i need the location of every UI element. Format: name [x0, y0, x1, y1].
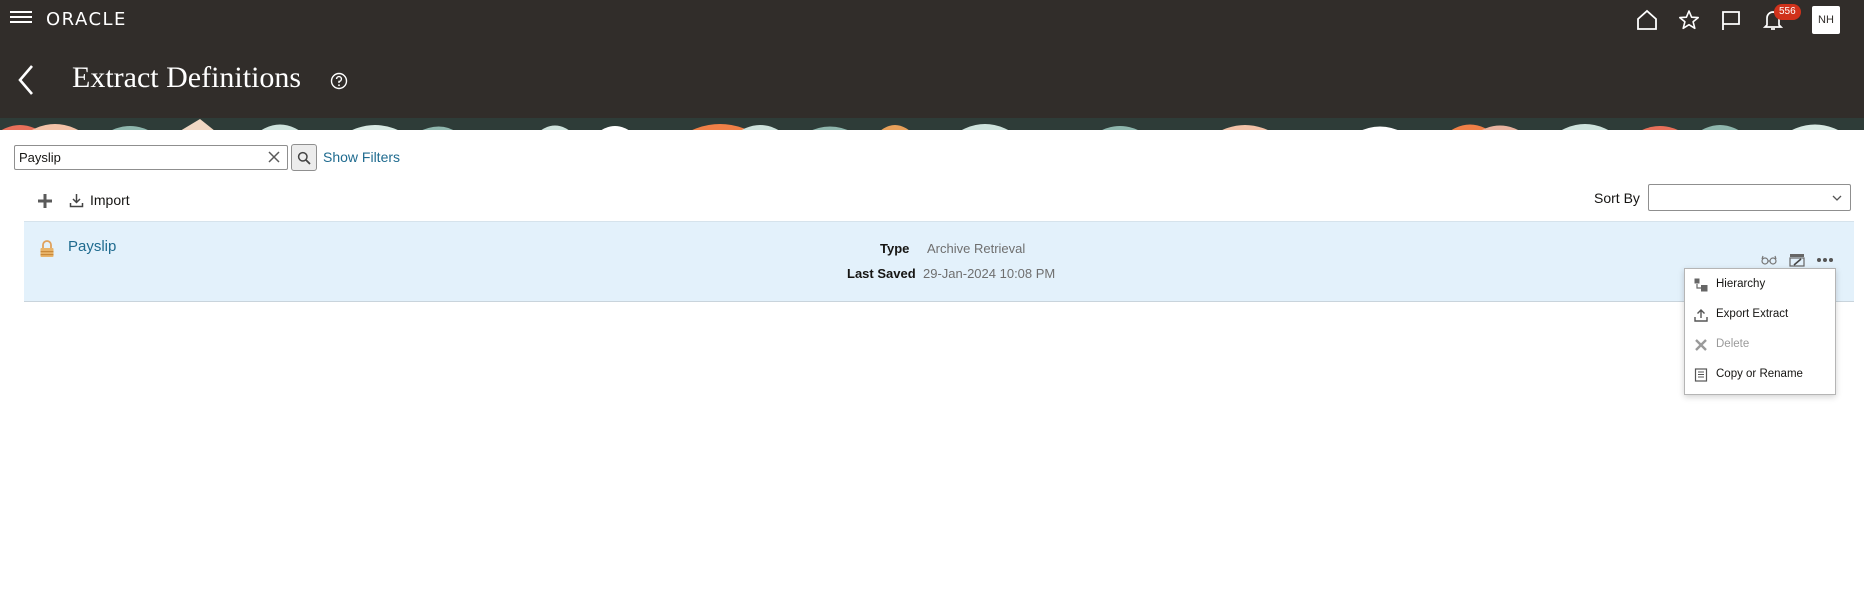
sort-by-select[interactable] [1648, 184, 1851, 211]
lock-icon [39, 240, 55, 258]
extract-name-link[interactable]: Payslip [68, 238, 116, 255]
copy-icon [1694, 368, 1708, 382]
menu-item-label: Copy or Rename [1716, 368, 1803, 380]
notifications-bell-icon[interactable]: 556 [1760, 4, 1801, 33]
navigator-menu-icon[interactable] [10, 8, 32, 30]
table-row[interactable]: Payslip Type Archive Retrieval Last Save… [24, 221, 1854, 302]
import-label: Import [90, 192, 130, 208]
home-icon[interactable] [1634, 7, 1660, 33]
notification-count-badge: 556 [1774, 4, 1801, 20]
last-saved-label: Last Saved [847, 266, 916, 281]
oracle-logo[interactable]: ORACLE [46, 9, 127, 30]
search-input[interactable] [19, 148, 259, 167]
search-box [14, 145, 288, 170]
row-actions [1750, 253, 1834, 267]
back-chevron-icon[interactable] [14, 63, 38, 97]
type-label: Type [880, 241, 910, 256]
view-glasses-icon[interactable] [1760, 253, 1778, 267]
menu-item-hierarchy[interactable]: Hierarchy [1685, 273, 1835, 297]
show-filters-link[interactable]: Show Filters [323, 149, 400, 165]
menu-item-export-extract[interactable]: Export Extract [1685, 303, 1835, 327]
hierarchy-icon [1694, 278, 1708, 292]
watchlist-flag-icon[interactable] [1718, 7, 1744, 33]
user-avatar[interactable]: NH [1812, 6, 1840, 34]
last-saved-value: 29-Jan-2024 10:08 PM [923, 266, 1056, 281]
global-header: ORACLE 556 NH Extract Definitions [0, 0, 1864, 118]
menu-item-label: Delete [1716, 338, 1750, 350]
search-icon [297, 151, 311, 165]
type-value: Archive Retrieval [927, 241, 1026, 256]
import-download-icon [69, 193, 84, 207]
menu-item-delete: Delete [1685, 333, 1835, 357]
delete-icon [1694, 338, 1708, 352]
export-icon [1694, 308, 1708, 322]
more-actions-icon[interactable] [1816, 253, 1834, 267]
clear-search-icon[interactable] [267, 150, 281, 164]
edit-icon[interactable] [1788, 253, 1806, 267]
actions-menu: Hierarchy Export Extract Delete Copy or … [1684, 268, 1836, 395]
favorites-star-icon[interactable] [1676, 7, 1702, 33]
decorative-banner [0, 118, 1864, 130]
chevron-down-icon [1832, 195, 1842, 201]
menu-item-label: Export Extract [1716, 308, 1789, 320]
global-icons: 556 NH [1618, 4, 1840, 34]
page-title: Extract Definitions [72, 61, 302, 94]
sort-by-label: Sort By [1594, 190, 1640, 206]
menu-item-copy-or-rename[interactable]: Copy or Rename [1685, 363, 1835, 387]
search-button[interactable] [291, 144, 317, 171]
add-plus-icon[interactable] [37, 193, 53, 209]
help-icon[interactable] [330, 72, 348, 90]
menu-item-label: Hierarchy [1716, 278, 1766, 290]
import-button[interactable]: Import [69, 192, 130, 208]
